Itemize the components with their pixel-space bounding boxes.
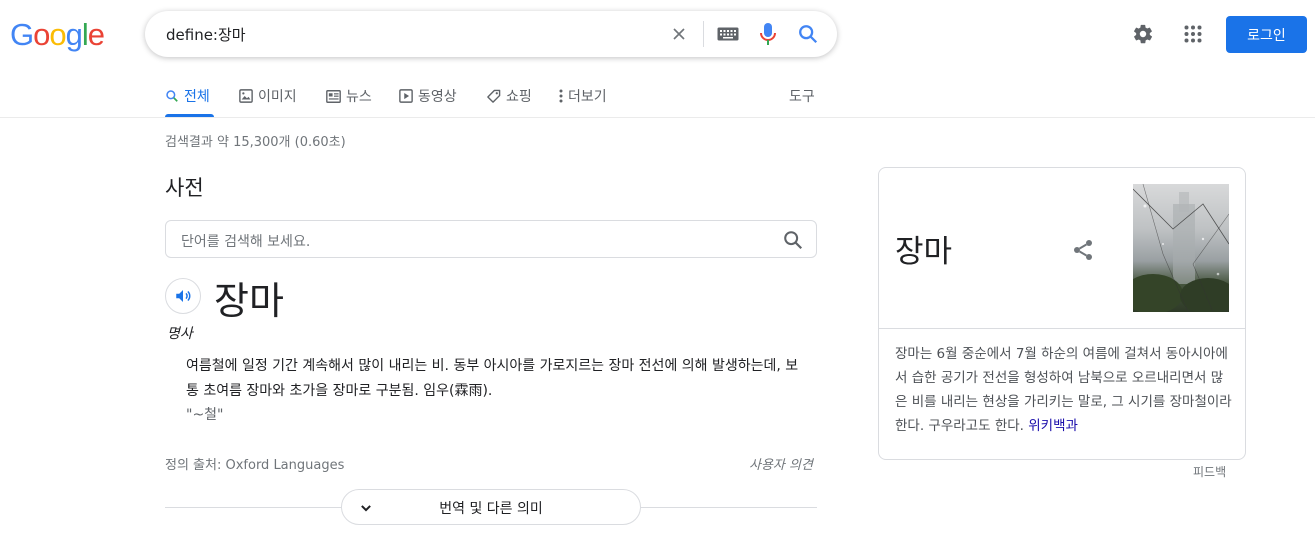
tab-label: 더보기	[568, 89, 607, 105]
login-button[interactable]: 로그인	[1226, 16, 1307, 53]
dictionary-search-input[interactable]: 단어를 검색해 보세요.	[165, 220, 817, 258]
logo-letter: o	[49, 17, 66, 52]
definition-example: "~철"	[186, 407, 224, 423]
search-icon	[166, 90, 178, 102]
tools-button[interactable]: 도구	[789, 86, 815, 106]
keyboard-icon[interactable]	[715, 21, 741, 47]
search-divider	[703, 21, 704, 47]
logo-letter: g	[65, 17, 83, 52]
logo-letter: o	[33, 17, 50, 52]
wikipedia-link[interactable]: 위키백과	[1028, 418, 1078, 434]
tab-label: 이미지	[258, 89, 297, 105]
image-icon	[239, 89, 253, 103]
logo-letter: e	[87, 17, 105, 52]
dictionary-title: 사전	[165, 176, 204, 200]
knowledge-panel-divider	[879, 328, 1245, 329]
search-icon[interactable]	[782, 229, 804, 251]
news-icon	[326, 89, 341, 103]
tab-videos[interactable]: 동영상	[399, 86, 457, 106]
search-submit-icon[interactable]	[795, 21, 821, 47]
tab-label: 뉴스	[346, 89, 372, 105]
tab-label: 전체	[184, 89, 210, 105]
search-input[interactable]: define:장마	[166, 24, 246, 45]
knowledge-panel-feedback[interactable]: 피드백	[1193, 463, 1226, 480]
knowledge-panel: 장마 장마는 6월 중순에서 7월 하순의 여름에 걸쳐서 동아시아에서 습한 …	[878, 167, 1246, 460]
tab-news[interactable]: 뉴스	[326, 86, 372, 106]
search-box[interactable]: define:장마	[145, 11, 837, 57]
tag-icon	[487, 89, 501, 103]
definition-text: 여름철에 일정 기간 계속해서 많이 내리는 비. 동부 아시아를 가로지르는 …	[186, 358, 799, 399]
knowledge-panel-title: 장마	[895, 234, 953, 270]
pronunciation-button[interactable]	[165, 278, 201, 314]
tab-all[interactable]: 전체	[165, 86, 210, 106]
dictionary-search-placeholder: 단어를 검색해 보세요.	[181, 234, 311, 250]
settings-gear-icon[interactable]	[1131, 22, 1155, 46]
result-stats: 검색결과 약 15,300개 (0.60초)	[165, 135, 346, 150]
clear-icon[interactable]	[666, 21, 692, 47]
microphone-icon[interactable]	[755, 21, 781, 47]
logo-letter: G	[10, 17, 34, 52]
apps-grid-icon[interactable]	[1181, 22, 1205, 46]
user-feedback-link[interactable]: 사용자 의견	[749, 454, 813, 473]
part-of-speech: 명사	[167, 326, 193, 342]
google-logo[interactable]: Google	[10, 17, 105, 53]
speaker-icon	[176, 290, 191, 302]
definition-source: 정의 출처: Oxford Languages	[165, 458, 345, 473]
tab-label: 쇼핑	[506, 89, 532, 105]
rain-photo[interactable]	[1133, 184, 1229, 312]
more-vert-icon	[559, 89, 563, 103]
more-button-label: 번역 및 다른 의미	[439, 501, 543, 517]
tab-shopping[interactable]: 쇼핑	[486, 86, 532, 106]
tab-more[interactable]: 더보기	[559, 86, 607, 106]
video-icon	[399, 89, 413, 103]
header-divider	[0, 117, 1315, 118]
tab-images[interactable]: 이미지	[239, 86, 297, 106]
dictionary-headword: 장마	[214, 279, 284, 323]
knowledge-panel-description: 장마는 6월 중순에서 7월 하순의 여름에 걸쳐서 동아시아에서 습한 공기가…	[895, 342, 1235, 438]
tab-label: 동영상	[418, 89, 457, 105]
share-icon[interactable]	[1071, 238, 1095, 262]
translations-more-button[interactable]: 번역 및 다른 의미	[341, 489, 641, 525]
